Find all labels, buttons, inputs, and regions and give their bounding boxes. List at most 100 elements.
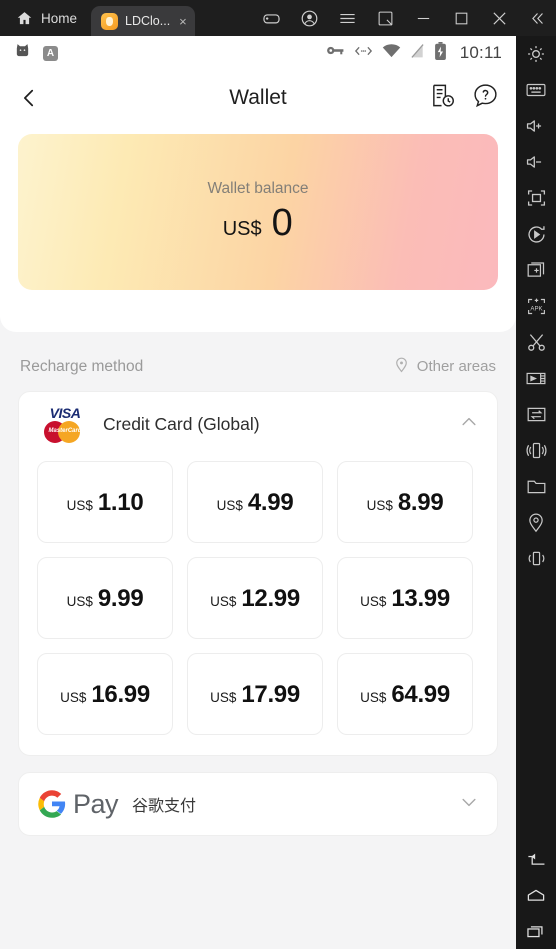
home-tab-button[interactable]: Home [0, 0, 91, 36]
shake-icon[interactable] [516, 432, 556, 468]
volume-down-icon[interactable] [516, 144, 556, 180]
tile-currency: US$ [60, 690, 87, 705]
fullscreen-icon[interactable] [516, 180, 556, 216]
amount-tile[interactable]: US$ 9.99 [37, 557, 173, 639]
google-pay-label: 谷歌支付 [132, 798, 197, 815]
app-tab[interactable]: LDClo... × [91, 6, 195, 36]
help-question-icon[interactable] [473, 83, 498, 113]
app-badge-icon: A [43, 45, 58, 61]
volume-up-icon[interactable] [516, 108, 556, 144]
wifi-icon [382, 43, 401, 63]
google-pay-header[interactable]: Pay 谷歌支付 [19, 773, 497, 835]
visa-logo-text: VISA [49, 405, 81, 421]
emulator-title-bar: Home LDClo... × [0, 0, 556, 36]
video-icon[interactable] [516, 360, 556, 396]
amount-tile[interactable]: US$ 12.99 [187, 557, 323, 639]
wallet-body: Recharge method Other areas VISA MasterC… [0, 332, 516, 852]
location-pin-icon [393, 356, 410, 377]
android-back-icon[interactable] [516, 841, 556, 877]
amount-tile[interactable]: US$ 16.99 [37, 653, 173, 735]
credit-card-label: Credit Card (Global) [103, 414, 260, 434]
chevron-down-icon[interactable] [459, 792, 479, 817]
adb-icon [354, 44, 373, 63]
tile-currency: US$ [366, 498, 393, 513]
emulator-window: Home LDClo... × A 10:11 Wallet Wallet ba… [0, 0, 556, 949]
wallet-balance-card: Wallet balance US$ 0 [18, 134, 498, 290]
google-g-icon [38, 790, 66, 818]
google-pay-logo: Pay [37, 788, 119, 820]
screenshot-scissors-icon[interactable] [516, 324, 556, 360]
recharge-method-label: Recharge method [20, 357, 144, 375]
tile-currency: US$ [66, 498, 93, 513]
amount-tiles: US$ 1.10 US$ 4.99 US$ 8.99 US$ 9.99 US$ … [19, 457, 497, 755]
tile-amount: 12.99 [241, 585, 300, 612]
android-status-bar: A 10:11 [0, 36, 516, 70]
signal-off-icon [410, 43, 425, 64]
app-tab-label: LDClo... [125, 14, 171, 28]
window-tools [252, 0, 556, 36]
folder-icon[interactable] [516, 468, 556, 504]
vibrate-icon[interactable] [516, 540, 556, 576]
gamepad-icon[interactable] [252, 0, 290, 36]
home-icon [16, 10, 33, 27]
amount-tile[interactable]: US$ 13.99 [337, 557, 473, 639]
close-icon[interactable] [480, 0, 518, 36]
tab-close-icon[interactable]: × [177, 15, 187, 28]
svg-text:APK: APK [530, 305, 542, 312]
screen-record-icon[interactable] [516, 216, 556, 252]
file-transfer-icon[interactable] [516, 396, 556, 432]
android-home-icon[interactable] [516, 877, 556, 913]
account-icon[interactable] [290, 0, 328, 36]
wallet-header-panel: A 10:11 Wallet Wallet balance US$ 0 [0, 36, 516, 332]
android-recents-icon[interactable] [516, 913, 556, 949]
tile-amount: 4.99 [247, 489, 294, 516]
tile-currency: US$ [216, 498, 243, 513]
install-apk-icon[interactable]: APK [516, 288, 556, 324]
menu-icon[interactable] [328, 0, 366, 36]
amount-tile[interactable]: US$ 4.99 [187, 461, 323, 543]
wallet-nav-bar: Wallet [0, 70, 516, 126]
back-chevron-icon[interactable] [18, 78, 52, 118]
payment-method-google-pay: Pay 谷歌支付 [18, 772, 498, 836]
minimize-icon[interactable] [404, 0, 442, 36]
location-icon[interactable] [516, 504, 556, 540]
tile-currency: US$ [210, 690, 237, 705]
cat-icon [14, 42, 31, 64]
maximize-icon[interactable] [442, 0, 480, 36]
tile-amount: 16.99 [91, 681, 150, 708]
tile-amount: 9.99 [97, 585, 144, 612]
tile-amount: 64.99 [391, 681, 450, 708]
add-window-icon[interactable] [516, 252, 556, 288]
status-bar-clock: 10:11 [459, 43, 502, 62]
resize-icon[interactable] [366, 0, 404, 36]
chevron-up-icon[interactable] [459, 412, 479, 437]
settings-gear-icon[interactable] [516, 36, 556, 72]
mastercard-logo-text: MasterCard [48, 428, 82, 434]
other-areas-label: Other areas [416, 358, 496, 375]
tile-currency: US$ [66, 594, 93, 609]
tile-amount: 17.99 [241, 681, 300, 708]
records-history-icon[interactable] [430, 83, 455, 113]
tile-amount: 13.99 [391, 585, 450, 612]
home-tab-label: Home [41, 10, 78, 26]
collapse-icon[interactable] [518, 0, 556, 36]
visa-mastercard-logo: VISA MasterCard [37, 406, 93, 443]
google-pay-text: Pay [73, 788, 119, 819]
other-areas-button[interactable]: Other areas [393, 356, 496, 377]
amount-tile[interactable]: US$ 1.10 [37, 461, 173, 543]
credit-card-header[interactable]: VISA MasterCard Credit Card (Global) [19, 392, 497, 457]
recharge-section-header: Recharge method Other areas [0, 332, 516, 391]
ldcloud-app-icon [101, 12, 119, 30]
emulator-side-toolbar: APK [516, 36, 556, 949]
balance-value: 0 [271, 201, 294, 244]
wallet-balance-amount: US$ 0 [223, 202, 294, 245]
amount-tile[interactable]: US$ 8.99 [337, 461, 473, 543]
tile-currency: US$ [210, 594, 237, 609]
payment-method-credit-card: VISA MasterCard Credit Card (Global) US$… [18, 391, 498, 756]
mastercard-logo: MasterCard [44, 421, 86, 443]
amount-tile[interactable]: US$ 64.99 [337, 653, 473, 735]
keyboard-icon[interactable] [516, 72, 556, 108]
tile-amount: 1.10 [97, 489, 144, 516]
amount-tile[interactable]: US$ 17.99 [187, 653, 323, 735]
tile-currency: US$ [360, 594, 387, 609]
